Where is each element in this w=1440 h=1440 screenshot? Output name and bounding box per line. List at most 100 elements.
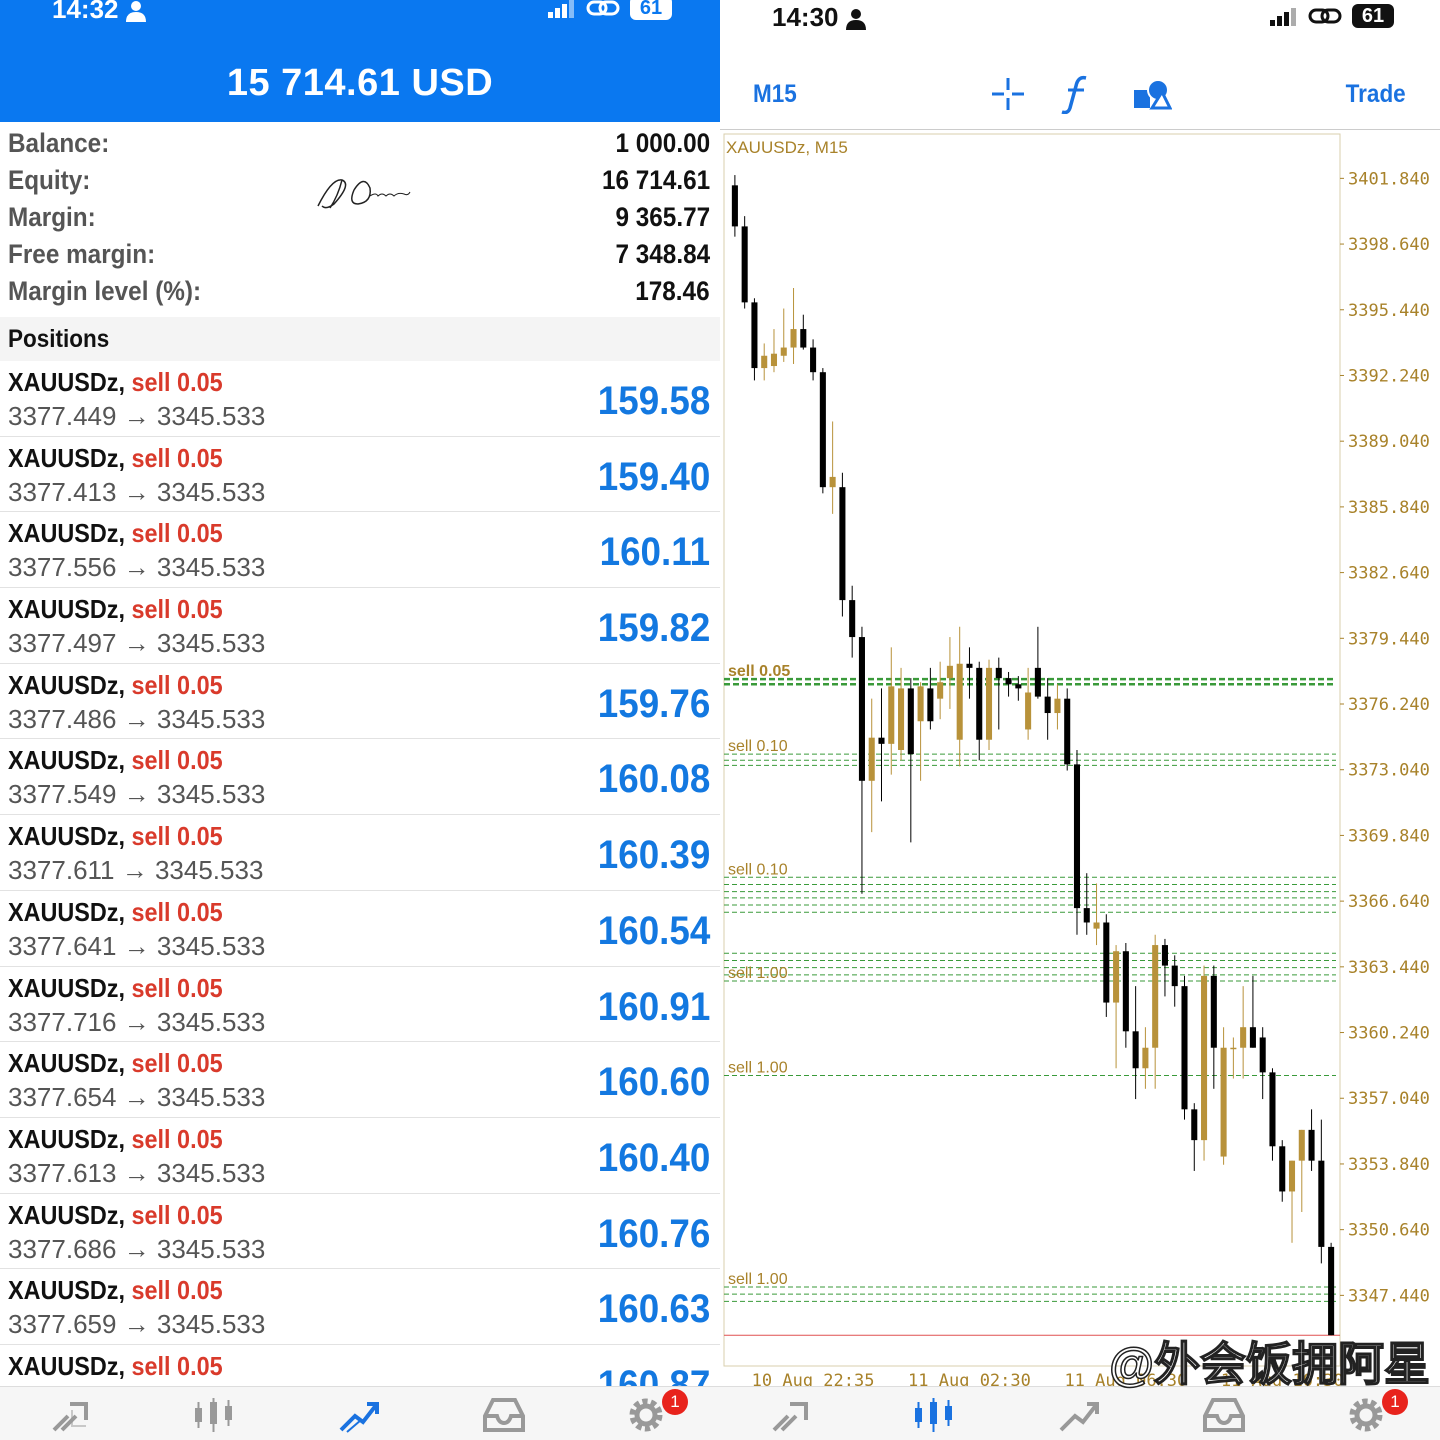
position-row[interactable]: XAUUSDz, sell 0.05 3377.686 → 3345.533 160… bbox=[0, 1194, 720, 1270]
position-prices: 3377.641 → 3345.533 bbox=[8, 930, 266, 961]
symbol-text: XAUUSDz, bbox=[8, 896, 126, 927]
candle-body bbox=[829, 476, 836, 488]
inbox-icon bbox=[483, 1398, 525, 1432]
trade-panel: 14:32 61 15 714.61 USD Balance: 1 000.00… bbox=[0, 0, 720, 1440]
position-row[interactable]: XAUUSDz, sell 0.05 3377.716 → 3345.533 160… bbox=[0, 967, 720, 1043]
candle-body bbox=[741, 226, 748, 303]
position-side: sell 0.05 bbox=[131, 972, 223, 1003]
tab-quotes[interactable] bbox=[766, 1395, 814, 1435]
position-symbol: XAUUSDz, sell 0.05 bbox=[8, 897, 223, 928]
position-symbol: XAUUSDz, sell 0.05 bbox=[8, 594, 223, 625]
position-side: sell 0.05 bbox=[131, 1350, 223, 1381]
tab-chart[interactable] bbox=[910, 1395, 958, 1435]
position-row[interactable]: XAUUSDz, sell 0.05 3377.497 → 3345.533 159… bbox=[0, 588, 720, 664]
candle-body bbox=[1201, 975, 1208, 1141]
position-row[interactable]: XAUUSDz, sell 0.05 3377.641 → 3345.533 160… bbox=[0, 891, 720, 967]
candle-body bbox=[800, 329, 807, 348]
objects-button[interactable] bbox=[1132, 74, 1172, 114]
summary-value: 16 714.61 bbox=[601, 165, 710, 195]
position-prices: 3377.413 → 3345.533 bbox=[8, 476, 266, 507]
position-row[interactable]: XAUUSDz, sell 0.05 3377.659 → 3345.533 160… bbox=[0, 1269, 720, 1345]
timeframe-button[interactable]: M15 bbox=[753, 80, 797, 109]
position-row[interactable]: XAUUSDz, sell 0.05 3377.486 → 3345.533 159… bbox=[0, 664, 720, 740]
position-side: sell 0.05 bbox=[131, 896, 223, 927]
tab-trade[interactable] bbox=[1056, 1395, 1104, 1435]
position-row[interactable]: XAUUSDz, sell 0.05 3377.449 → 3345.533 159… bbox=[0, 361, 720, 437]
position-symbol: XAUUSDz, sell 0.05 bbox=[8, 1275, 223, 1306]
summary-value: 178.46 bbox=[635, 276, 710, 306]
price-chart[interactable]: sell 0.05 sell 0.10 sell 0.10 sell 1.00 sell… bbox=[720, 130, 1440, 1386]
candle-body bbox=[1132, 1031, 1139, 1069]
bottom-tab-bar: 1 bbox=[720, 1386, 1440, 1440]
y-tick-label: 3389.040 bbox=[1348, 432, 1430, 452]
y-tick-label: 3366.640 bbox=[1348, 892, 1430, 912]
trade-icon bbox=[339, 1402, 379, 1433]
y-tick-label: 3360.240 bbox=[1348, 1024, 1430, 1044]
tab-settings[interactable]: 1 bbox=[1342, 1389, 1408, 1435]
candle-body bbox=[1249, 1027, 1256, 1048]
y-tick-label: 3353.840 bbox=[1348, 1155, 1430, 1175]
signal-icon bbox=[1270, 8, 1296, 26]
trade-button[interactable]: Trade bbox=[1346, 80, 1406, 109]
order-line-label: sell 0.05 bbox=[728, 663, 790, 680]
position-row[interactable]: XAUUSDz, sell 0.05 3377.611 → 3345.533 160… bbox=[0, 815, 720, 891]
position-side: sell 0.05 bbox=[131, 821, 223, 852]
order-line-label: sell 1.00 bbox=[728, 965, 788, 982]
tab-trade[interactable] bbox=[336, 1395, 384, 1435]
tab-chart[interactable] bbox=[190, 1395, 238, 1435]
signal-icon bbox=[548, 0, 574, 18]
candle-body bbox=[1288, 1160, 1296, 1192]
position-row[interactable]: XAUUSDz, sell 0.05 3377.549 → 3345.533 160… bbox=[0, 739, 720, 816]
account-summary: Balance: 1 000.00 Equity: 16 714.61 Marg… bbox=[0, 126, 720, 311]
position-prices: 3377.556 → 3345.533 bbox=[8, 552, 266, 583]
tab-history[interactable] bbox=[480, 1395, 528, 1435]
indicators-button[interactable] bbox=[1058, 74, 1098, 114]
crosshair-button[interactable] bbox=[988, 74, 1028, 114]
battery-indicator: 61 bbox=[630, 0, 672, 20]
candle-body bbox=[1113, 951, 1120, 1003]
candle-body bbox=[1025, 692, 1032, 730]
chart-title: XAUUSDz, M15 bbox=[726, 138, 848, 157]
status-time-text: 14:30 bbox=[772, 2, 839, 32]
candle-body bbox=[937, 682, 944, 699]
symbol-text: XAUUSDz, bbox=[8, 442, 126, 473]
tab-settings[interactable]: 1 bbox=[622, 1389, 688, 1435]
position-side: sell 0.05 bbox=[131, 442, 223, 473]
position-side: sell 0.05 bbox=[131, 745, 223, 776]
position-prices: 3377.659 → 3345.533 bbox=[8, 1309, 266, 1340]
tab-quotes[interactable] bbox=[46, 1395, 94, 1435]
trade-icon bbox=[1059, 1402, 1099, 1432]
position-row[interactable]: XAUUSDz, sell 0.05 3377.654 → 3345.533 160… bbox=[0, 1042, 720, 1118]
y-tick-label: 3369.840 bbox=[1348, 826, 1430, 846]
candle-body bbox=[810, 347, 817, 373]
summary-label: Margin: bbox=[8, 202, 96, 232]
symbol-text: XAUUSDz, bbox=[8, 518, 126, 549]
candle-body bbox=[1152, 945, 1159, 1048]
position-prices: 3377.611 → 3345.533 bbox=[8, 855, 264, 886]
position-symbol: XAUUSDz, sell 0.05 bbox=[8, 1200, 223, 1231]
position-row[interactable]: XAUUSDz, sell 0.05 3377.613 → 3345.533 160… bbox=[0, 1118, 720, 1194]
position-row[interactable]: XAUUSDz, sell 0.05 3377.413 → 3345.533 159… bbox=[0, 437, 720, 513]
tab-history[interactable] bbox=[1200, 1395, 1248, 1435]
position-prices: 3377.686 → 3345.533 bbox=[8, 1233, 266, 1264]
summary-label: Free margin: bbox=[8, 239, 156, 269]
shapes-icon bbox=[1134, 79, 1172, 110]
function-icon bbox=[1061, 75, 1087, 114]
candle-body bbox=[1093, 922, 1100, 929]
candle-body bbox=[976, 667, 983, 740]
position-row[interactable]: XAUUSDz, sell 0.05 3377.556 → 3345.533 160… bbox=[0, 512, 720, 589]
candle-body bbox=[1034, 667, 1041, 697]
position-prices: 3377.449 → 3345.533 bbox=[8, 401, 266, 431]
candle-body bbox=[1318, 1160, 1325, 1247]
summary-row-margin-level: Margin level (%): 178.46 bbox=[0, 274, 720, 311]
chart-frame bbox=[723, 133, 1341, 1367]
account-balance-title: 15 714.61 USD bbox=[226, 62, 494, 104]
position-profit: 159.76 bbox=[597, 681, 710, 726]
position-prices: 3377.654 → 3345.533 bbox=[8, 1082, 266, 1113]
candle-body bbox=[731, 185, 738, 227]
y-tick-label: 3392.240 bbox=[1348, 366, 1430, 386]
chart-canvas[interactable]: sell 0.05 sell 0.10 sell 0.10 sell 1.00 sell… bbox=[720, 130, 1440, 1386]
position-profit: 160.40 bbox=[597, 1135, 710, 1180]
position-profit: 160.76 bbox=[597, 1211, 710, 1256]
status-indicators: 61 bbox=[548, 0, 672, 20]
